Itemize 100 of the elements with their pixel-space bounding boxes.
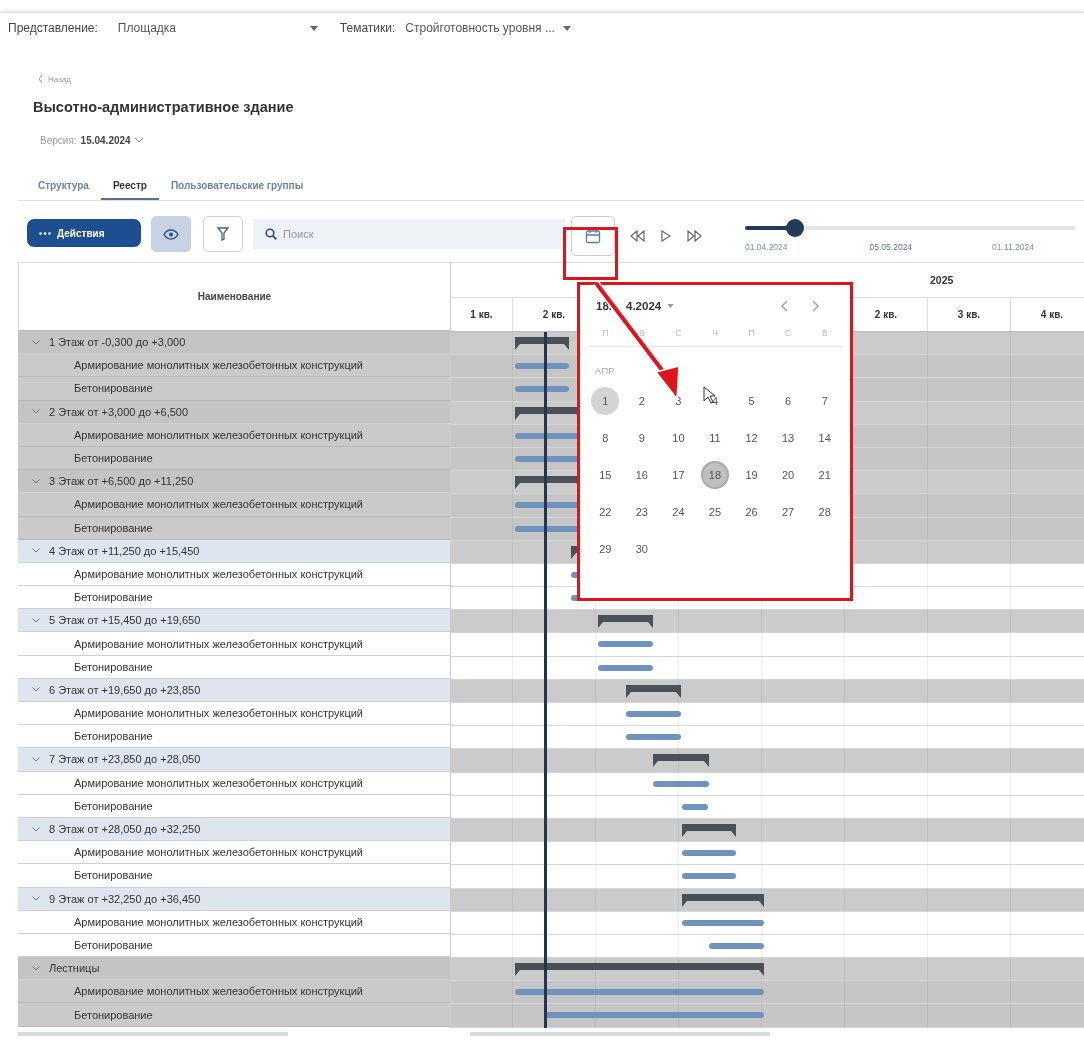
tab[interactable]: Пользовательские группы	[158, 180, 316, 200]
group-name: 7 Этаж от +23,850 до +28,050	[49, 753, 201, 766]
calendar-day[interactable]: 27	[774, 498, 803, 526]
calendar-day[interactable]: 26	[737, 498, 766, 526]
calendar-day[interactable]: 4	[701, 387, 729, 415]
group-name: 5 Этаж от +15,450 до +19,650	[49, 614, 201, 627]
slider-thumb[interactable]	[785, 219, 804, 237]
task-bar[interactable]	[598, 641, 653, 648]
rewind-icon[interactable]	[629, 230, 647, 242]
calendar-day[interactable]: 28	[810, 498, 839, 526]
calendar-day[interactable]: 19	[737, 461, 766, 489]
chevron-down-icon[interactable]	[32, 548, 40, 554]
calendar-day[interactable]: 15	[591, 461, 620, 489]
calendar-day[interactable]: 20	[774, 461, 803, 489]
calendar-day[interactable]: 17	[664, 461, 693, 489]
task-name: Бетонирование	[74, 869, 153, 882]
chevron-down-icon[interactable]	[32, 965, 40, 971]
chevron-down-icon[interactable]	[32, 339, 40, 345]
calendar-day[interactable]: 21	[810, 461, 839, 489]
task-bar[interactable]	[515, 363, 569, 370]
play-icon[interactable]	[661, 230, 671, 242]
chevron-down-icon[interactable]	[32, 756, 40, 762]
calendar-day[interactable]: 7	[810, 387, 839, 415]
calendar-day[interactable]: 29	[591, 535, 620, 563]
calendar-day[interactable]: 2	[627, 387, 656, 415]
chevron-down-icon[interactable]	[32, 687, 40, 693]
calendar-day[interactable]: 6	[774, 387, 803, 415]
tab[interactable]: Реестр	[100, 180, 159, 200]
task-bar[interactable]	[682, 803, 708, 810]
task-bar[interactable]	[598, 664, 653, 671]
version-select[interactable]: Версия: 15.04.2024	[40, 135, 143, 146]
task-name: Армирование монолитных железобетонных конструкций	[74, 637, 363, 650]
quarter-label: 4 кв.	[1040, 309, 1064, 320]
topics-select[interactable]: Стройготовность уровня ...	[405, 21, 571, 35]
month-select[interactable]: 18. 4.2024	[596, 300, 675, 312]
calendar-day[interactable]: 5	[737, 387, 766, 415]
summary-bar[interactable]	[682, 893, 764, 907]
month-label: АПР.	[595, 365, 617, 376]
task-name: Бетонирование	[74, 799, 153, 812]
fast-forward-icon[interactable]	[685, 230, 703, 242]
caret-icon	[667, 304, 675, 308]
summary-bar[interactable]	[626, 684, 681, 698]
calendar-button[interactable]	[571, 216, 615, 256]
highlight-frame	[563, 227, 618, 280]
summary-bar[interactable]	[653, 754, 709, 768]
task-bar[interactable]	[653, 780, 709, 787]
timeline-date: 01.11.2024	[992, 242, 1034, 252]
summary-bar[interactable]	[515, 963, 764, 977]
calendar-day[interactable]: 1	[591, 387, 620, 415]
calendar-day[interactable]: 9	[627, 424, 656, 452]
chevron-down-icon[interactable]	[32, 896, 40, 902]
group-name: 2 Этаж от +3,000 до +6,500	[49, 405, 189, 418]
calendar-day[interactable]: 8	[591, 424, 620, 452]
chevron-left-icon[interactable]	[781, 300, 788, 312]
search-field[interactable]: Поиск	[253, 219, 565, 249]
task-bar[interactable]	[682, 873, 736, 880]
scrollbar[interactable]	[470, 1031, 770, 1036]
calendar-day[interactable]: 22	[591, 498, 620, 526]
task-name: Армирование монолитных железобетонных конструкций	[74, 915, 363, 928]
calendar-day[interactable]: 18	[701, 461, 729, 489]
task-name: Бетонирование	[74, 938, 153, 951]
eye-icon	[163, 228, 179, 240]
task-bar[interactable]	[515, 386, 569, 393]
task-bar[interactable]	[682, 850, 736, 857]
calendar-day[interactable]: 30	[627, 535, 656, 563]
group-name: Лестницы	[49, 962, 100, 975]
calendar-day[interactable]: 10	[664, 424, 693, 452]
filter-button[interactable]	[203, 216, 243, 252]
chevron-down-icon[interactable]	[32, 826, 40, 832]
actions-button[interactable]: Действия	[27, 219, 141, 247]
chevron-down-icon[interactable]	[32, 617, 40, 623]
task-bar[interactable]	[709, 942, 764, 949]
view-select[interactable]: Площадка	[117, 21, 318, 35]
calendar-day[interactable]: 24	[664, 498, 693, 526]
task-bar[interactable]	[682, 919, 764, 926]
calendar-day[interactable]: 14	[810, 424, 839, 452]
summary-bar[interactable]	[515, 337, 569, 350]
view-toggle-button[interactable]	[151, 216, 191, 252]
calendar-day[interactable]: 13	[774, 424, 803, 452]
chevron-down-icon[interactable]	[32, 478, 40, 484]
task-name: Армирование монолитных железобетонных конструкций	[74, 428, 363, 441]
calendar-day[interactable]: 25	[701, 498, 729, 526]
chevron-down-icon[interactable]	[32, 409, 40, 415]
filter-icon	[217, 227, 229, 241]
scrollbar[interactable]	[18, 1031, 288, 1036]
calendar-day[interactable]: 11	[701, 424, 729, 452]
page-title: Высотно-административное здание	[33, 99, 295, 115]
summary-bar[interactable]	[682, 823, 736, 837]
tab[interactable]: Структура	[26, 180, 101, 200]
task-name: Армирование монолитных железобетонных конструкций	[74, 846, 363, 859]
calendar-day[interactable]: 12	[737, 424, 766, 452]
year-label: 2025	[930, 274, 954, 286]
calendar-day[interactable]: 23	[627, 498, 656, 526]
chevron-right-icon[interactable]	[812, 300, 819, 312]
task-bar[interactable]	[626, 734, 681, 741]
calendar-day[interactable]: 16	[627, 461, 656, 489]
task-name: Армирование монолитных железобетонных конструкций	[74, 359, 363, 372]
summary-bar[interactable]	[598, 615, 653, 629]
group-name: 1 Этаж от -0,300 до +3,000	[49, 336, 186, 349]
task-name: Бетонирование	[74, 1008, 153, 1021]
